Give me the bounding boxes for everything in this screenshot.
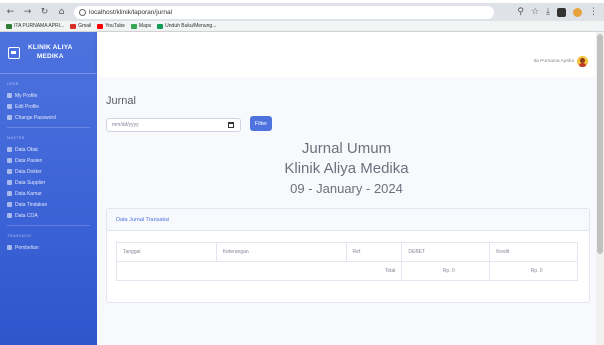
avatar[interactable]	[577, 56, 588, 67]
sidebar-item-edit-profile[interactable]: Edit Profile	[0, 101, 97, 112]
url-text: localhost/klinik/laporan/jurnal	[89, 8, 173, 16]
address-bar[interactable]: localhost/klinik/laporan/jurnal	[74, 5, 494, 19]
sidebar-item-data-dokter[interactable]: Data Dokter	[0, 166, 97, 177]
user-name[interactable]: Ita Purnama Aprilia	[533, 59, 574, 64]
sidebar-toggle-icon[interactable]	[557, 7, 566, 17]
sidebar-item-data-obat[interactable]: Data Obat	[0, 144, 97, 155]
maps-icon	[130, 23, 137, 29]
user-edit-icon	[7, 104, 12, 109]
sidebar-item-my-profile[interactable]: My Profile	[0, 90, 97, 101]
menu-icon[interactable]: ⋮	[589, 7, 598, 17]
reload-icon[interactable]: ↻	[38, 5, 51, 19]
main-content: Jurnal mm/dd/yyyy Filter Jurnal Umum Kli…	[97, 77, 596, 345]
doctor-icon	[7, 169, 12, 174]
topbar: Ita Purnama Aprilia	[97, 32, 596, 77]
card-title: Data Jurnal Transaksi	[107, 209, 589, 231]
sidebar-item-pembelian[interactable]: Pembelian	[0, 242, 97, 253]
browser-toolbar: ← → ↻ ⌂ localhost/klinik/laporan/jurnal …	[0, 3, 604, 21]
bookmark-icon	[157, 23, 164, 29]
sidebar-heading: USER	[7, 82, 19, 86]
sidebar-divider	[7, 127, 90, 128]
syringe-icon	[7, 202, 12, 207]
page-title: Jurnal	[106, 95, 136, 107]
scrollbar[interactable]	[596, 32, 604, 345]
table-header-row: Tanggal Keterangan Ref DEBET Kredit	[116, 242, 578, 262]
download-icon[interactable]: ⤓	[546, 7, 550, 17]
scrollbar-thumb[interactable]	[597, 34, 603, 254]
report-date: 09 - January - 2024	[290, 181, 403, 196]
back-icon[interactable]: ←	[4, 5, 17, 19]
star-icon[interactable]: ☆	[531, 7, 539, 17]
bookmark-item[interactable]: Unduh Buku/Menung...	[157, 23, 216, 29]
bookmark-item[interactable]: ITA PURNAMA APRI...	[6, 23, 64, 29]
bookmark-item[interactable]: YouTube	[97, 23, 125, 29]
truck-icon	[7, 180, 12, 185]
report-title: Jurnal Umum	[301, 140, 392, 157]
calendar-icon[interactable]	[228, 122, 234, 128]
total-debet: Rp. 0	[401, 261, 491, 281]
sidebar-item-change-password[interactable]: Change Password	[0, 112, 97, 123]
bookmark-item[interactable]: Maps	[130, 23, 151, 29]
sidebar-divider	[7, 225, 90, 226]
journal-table: Tanggal Keterangan Ref DEBET Kredit Tota…	[115, 242, 578, 281]
journal-card: Data Jurnal Transaksi Tanggal Keterangan…	[106, 208, 590, 303]
column-header: Tanggal	[116, 242, 217, 262]
date-input[interactable]: mm/dd/yyyy	[106, 118, 241, 132]
brand-line-1: KLINIK ALIYA	[28, 44, 73, 52]
sidebar-item-data-tindakan[interactable]: Data Tindakan	[0, 199, 97, 210]
bookmark-icon	[6, 23, 12, 29]
sidebar-item-data-pasien[interactable]: Data Pasien	[0, 155, 97, 166]
sidebar-heading: TRANSAKSI	[7, 234, 32, 238]
filter-button[interactable]: Filter	[250, 116, 272, 131]
home-icon[interactable]: ⌂	[55, 5, 68, 19]
sidebar: KLINIK ALIYA MEDIKA USER My Profile Edit…	[0, 32, 97, 345]
column-header: Kredit	[489, 242, 578, 262]
list-icon	[7, 213, 12, 218]
column-header: DEBET	[401, 242, 491, 262]
sidebar-item-data-coa[interactable]: Data COA	[0, 210, 97, 221]
bed-icon	[7, 191, 12, 196]
site-info-icon[interactable]	[79, 8, 86, 16]
bookmark-item[interactable]: Gmail	[70, 23, 91, 29]
pills-icon	[7, 147, 12, 152]
sidebar-item-data-kamar[interactable]: Data Kamar	[0, 188, 97, 199]
report-organization: Klinik Aliya Medika	[284, 160, 409, 177]
date-placeholder: mm/dd/yyyy	[112, 122, 139, 128]
cart-icon	[7, 245, 12, 250]
key-icon	[7, 115, 12, 120]
gmail-icon	[70, 23, 77, 29]
brand-line-2: MEDIKA	[36, 52, 64, 60]
column-header: Ref	[345, 242, 403, 262]
extension-icon[interactable]	[573, 7, 582, 17]
bookmarks-bar: ITA PURNAMA APRI... Gmail YouTube Maps U…	[0, 21, 604, 32]
clinic-icon	[8, 46, 20, 59]
brand[interactable]: KLINIK ALIYA MEDIKA	[0, 32, 97, 74]
total-kredit: Rp. 0	[489, 261, 578, 281]
column-header: Keterangan	[215, 242, 347, 262]
user-icon	[7, 93, 12, 98]
youtube-icon	[97, 23, 104, 29]
table-total-row: Total Rp. 0 Rp. 0	[115, 261, 578, 281]
users-icon	[7, 158, 12, 163]
forward-icon[interactable]: →	[21, 5, 34, 19]
report-header: Jurnal Umum Klinik Aliya Medika 09 - Jan…	[97, 139, 596, 199]
total-label: Total	[115, 261, 403, 281]
zoom-icon[interactable]: ⚲	[517, 7, 524, 17]
sidebar-heading: MASTER	[7, 136, 25, 140]
sidebar-item-data-supplier[interactable]: Data Supplier	[0, 177, 97, 188]
